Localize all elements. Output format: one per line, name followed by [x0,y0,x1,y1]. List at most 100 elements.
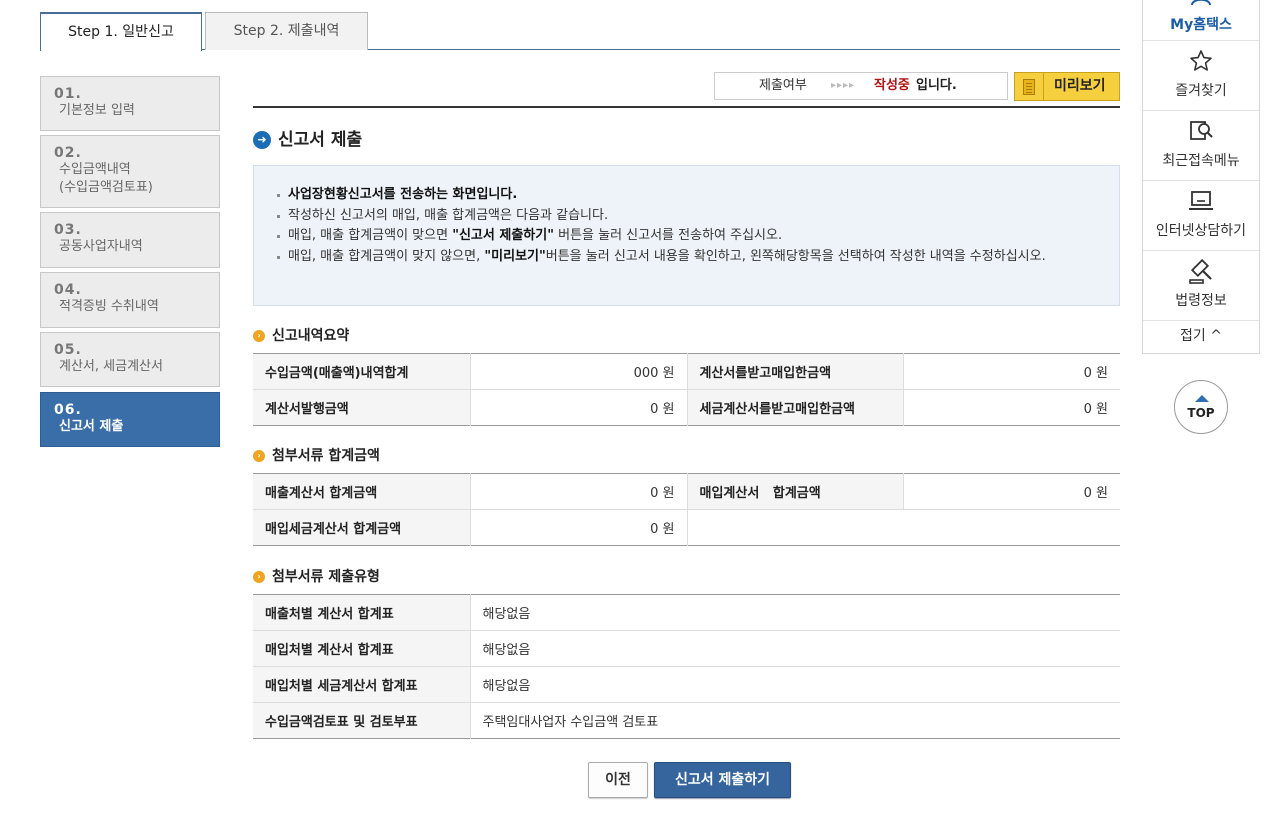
top-label: TOP [1187,406,1215,420]
summary-title: › 신고내역요약 [253,326,349,346]
table-row: 수입금액검토표 및 검토부표 주택임대사업자 수입금액 검토표 [253,702,1120,739]
attach-sum-table: 매출계산서 합계금액 0 원 매입계산서 합계금액 0 원 매입세금계산서 합계… [253,473,1120,546]
table-cell: 해당없음 [469,594,1120,631]
tab-step1[interactable]: Step 1. 일반신고 [40,12,202,51]
document-search-icon [1143,119,1259,148]
table-header-cell: 계산서를받고매입한금액 [687,353,903,390]
arrow-up-icon [1195,395,1209,402]
info-line: 작성하신 신고서의 매입, 매출 합계금액은 다음과 같습니다. [276,206,1095,227]
star-icon [1143,49,1259,78]
tab-step2[interactable]: Step 2. 제출내역 [205,12,368,50]
step-num: 04. [54,282,82,298]
step-item-05[interactable]: 05. 계산서, 세금계산서 [40,332,220,387]
table-header-cell: 계산서발행금액 [253,389,470,426]
table-header-cell: 매출처별 계산서 합계표 [253,594,470,631]
law-info-link[interactable]: 법령정보 [1143,251,1259,321]
step-item-03[interactable]: 03. 공동사업자내역 [40,212,220,268]
quick-menu: My홈택스 즐겨찾기 최근접속메뉴 인터넷상담하기 법령정보 접기 ^ [1142,0,1260,354]
info-line: 매입, 매출 합계금액이 맞지 않으면, "미리보기"버튼을 눌러 신고서 내용… [276,247,1095,268]
step-item-06[interactable]: 06. 신고서 제출 [40,392,220,447]
step-tabs: Step 1. 일반신고 Step 2. 제출내역 [40,12,1120,51]
my-hometax-link[interactable]: My홈택스 [1143,0,1259,41]
table-header-cell: 매입세금계산서 합계금액 [253,509,470,546]
info-line: 사업장현황신고서를 전송하는 화면입니다. [276,185,1095,206]
step-label: 공동사업자내역 [59,239,143,254]
arrows-icon: ▸▸▸▸ [831,80,856,91]
step-num: 05. [54,342,82,358]
table-cell: 주택임대사업자 수입금액 검토표 [469,702,1120,739]
fold-button[interactable]: 접기 ^ [1143,321,1259,353]
table-header-cell: 수입금액(매출액)내역합계 [253,353,470,390]
status-value: 작성중 [874,78,910,93]
step-label: 기본정보 입력 [59,103,135,118]
recent-menu-label: 최근접속메뉴 [1162,153,1240,169]
table-cell: 해당없음 [469,630,1120,667]
step-label: 신고서 제출 [59,419,124,434]
table-row: 계산서발행금액 0 원 세금계산서를받고매입한금액 0 원 [253,389,1120,426]
table-header-cell: 세금계산서를받고매입한금액 [687,389,903,426]
attach-sum-title: › 첨부서류 합계금액 [253,446,380,466]
table-cell: 0 원 [902,389,1120,426]
document-icon [1023,79,1035,95]
step-label: 계산서, 세금계산서 [59,359,163,374]
arrow-right-icon: ➜ [253,131,271,149]
section-title: ➜ 신고서 제출 [253,129,362,151]
summary-table: 수입금액(매출액)내역합계 000 원 계산서를받고매입한금액 0 원 계산서발… [253,353,1120,426]
step-num: 03. [54,222,82,238]
table-cell: 0 원 [902,473,1120,510]
table-row: 매출처별 계산서 합계표 해당없음 [253,594,1120,631]
submit-button[interactable]: 신고서 제출하기 [654,762,791,798]
bullet-icon: › [253,571,265,583]
step-item-01[interactable]: 01. 기본정보 입력 [40,76,220,131]
table-cell: 000 원 [469,353,688,390]
summary-title-text: 신고내역요약 [272,328,350,344]
bullet-icon: › [253,330,265,342]
attach-type-table: 매출처별 계산서 합계표 해당없음 매입처별 계산서 합계표 해당없음 매입처별… [253,594,1120,739]
attach-type-title: › 첨부서류 제출유형 [253,567,380,587]
empty-cell [686,509,1120,546]
status-row: 제출여부 ▸▸▸▸ 작성중 입니다. 미리보기 [253,72,1120,102]
step-item-02[interactable]: 02. 수입금액내역 (수입금액검토표) [40,135,220,208]
table-cell: 해당없음 [469,666,1120,703]
table-header-cell: 수입금액검토표 및 검토부표 [253,702,470,739]
table-cell: 0 원 [902,353,1120,390]
section-title-text: 신고서 제출 [278,130,363,150]
table-header-cell: 매입계산서 합계금액 [687,473,903,510]
my-hometax-label: My홈택스 [1170,17,1232,33]
attach-type-title-text: 첨부서류 제출유형 [272,569,380,585]
consult-label: 인터넷상담하기 [1155,223,1247,239]
gavel-icon [1143,258,1259,290]
divider [1043,73,1044,100]
step-label: 적격증빙 수취내역 [59,299,159,314]
table-cell: 0 원 [469,473,688,510]
status-suffix: 입니다. [916,78,957,93]
preview-button[interactable]: 미리보기 [1014,72,1120,101]
recent-menu-link[interactable]: 최근접속메뉴 [1143,111,1259,181]
attach-sum-title-text: 첨부서류 합계금액 [272,448,380,464]
top-button[interactable]: TOP [1174,380,1228,434]
user-icon [1143,0,1259,11]
step-label: 수입금액내역 (수입금액검토표) [59,162,153,195]
consult-link[interactable]: 인터넷상담하기 [1143,181,1259,251]
law-info-label: 법령정보 [1175,293,1227,309]
table-header-cell: 매입처별 계산서 합계표 [253,630,470,667]
table-row: 매입처별 세금계산서 합계표 해당없음 [253,666,1120,703]
table-cell: 0 원 [469,389,688,426]
favorites-label: 즐겨찾기 [1175,83,1227,99]
table-header-cell: 매출계산서 합계금액 [253,473,470,510]
table-row: 수입금액(매출액)내역합계 000 원 계산서를받고매입한금액 0 원 [253,353,1120,390]
step-num: 01. [54,86,82,102]
info-line: 매입, 매출 합계금액이 맞으면 "신고서 제출하기" 버튼을 눌러 신고서를 … [276,226,1095,247]
table-header-cell: 매입처별 세금계산서 합계표 [253,666,470,703]
step-num: 02. [54,145,82,161]
step-num: 06. [54,402,82,418]
step-item-04[interactable]: 04. 적격증빙 수취내역 [40,272,220,328]
info-box: 사업장현황신고서를 전송하는 화면입니다. 작성하신 신고서의 매입, 매출 합… [253,165,1120,306]
table-row: 매입처별 계산서 합계표 해당없음 [253,630,1120,667]
prev-button[interactable]: 이전 [588,762,648,798]
table-row: 매입세금계산서 합계금액 0 원 [253,509,1120,546]
table-cell: 0 원 [469,509,688,546]
favorites-link[interactable]: 즐겨찾기 [1143,41,1259,111]
submit-status-box: 제출여부 ▸▸▸▸ 작성중 입니다. [714,72,1008,100]
status-label: 제출여부 [759,78,807,93]
